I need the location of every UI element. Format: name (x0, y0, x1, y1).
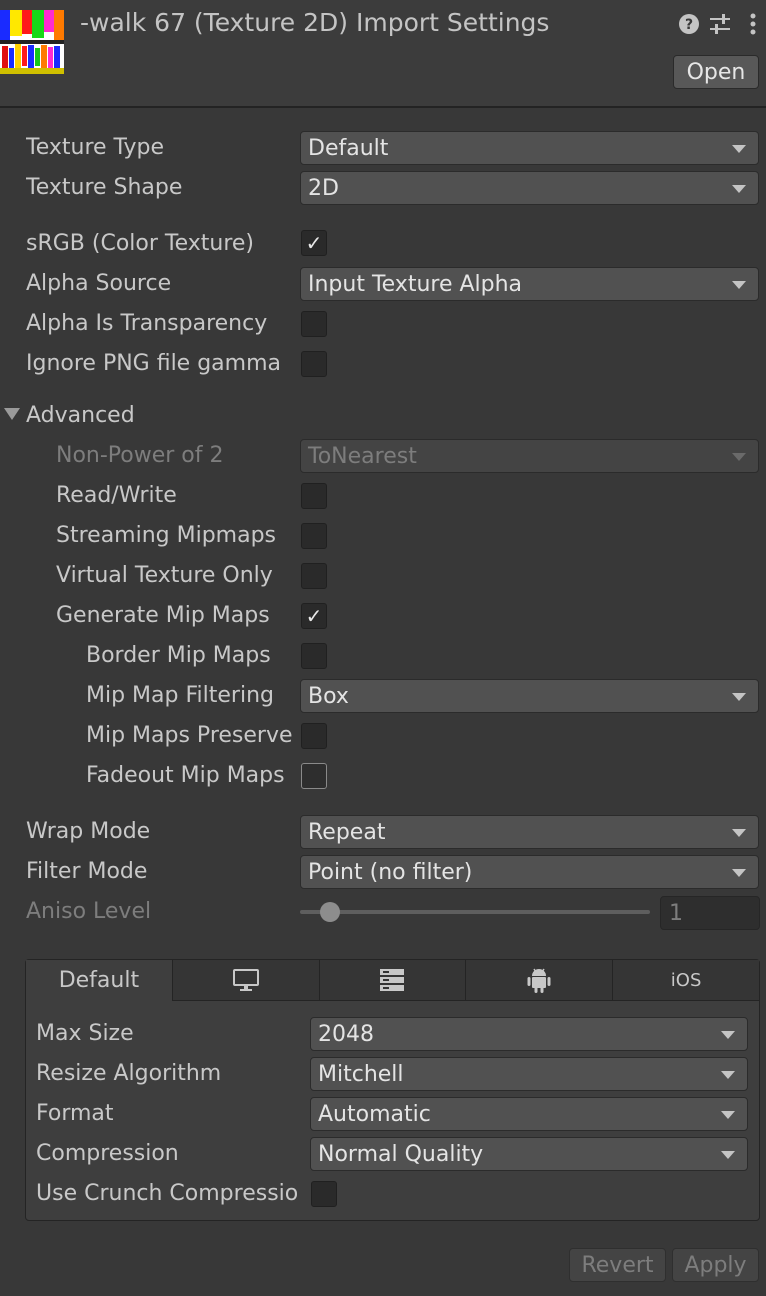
tab-android[interactable] (466, 960, 614, 1001)
platform-tabs: Default iOS (26, 960, 759, 1001)
resize-algorithm-dropdown[interactable]: Mitchell (310, 1057, 748, 1091)
ignore-png-gamma-checkbox[interactable] (301, 351, 327, 377)
fadeout-mip-maps-label: Fadeout Mip Maps (86, 763, 285, 788)
ignore-png-gamma-label: Ignore PNG file gamma (26, 351, 281, 376)
filter-mode-label: Filter Mode (26, 859, 148, 884)
tab-standalone[interactable] (172, 960, 320, 1001)
border-mip-maps-checkbox[interactable] (301, 643, 327, 669)
wrap-mode-dropdown[interactable]: Repeat (300, 815, 759, 849)
mip-maps-preserve-label: Mip Maps Preserve (86, 723, 293, 748)
non-power-of-2-value: ToNearest (308, 443, 417, 469)
texture-shape-value: 2D (308, 175, 339, 201)
chevron-down-icon (732, 185, 746, 193)
texture-type-dropdown[interactable]: Default (300, 131, 759, 165)
inspector-header: -walk 67 (Texture 2D) Import Settings ? … (0, 0, 766, 108)
non-power-of-2-dropdown: ToNearest (300, 439, 759, 473)
read-write-label: Read/Write (56, 483, 177, 508)
chevron-down-icon (732, 693, 746, 701)
srgb-checkbox[interactable]: ✓ (301, 230, 327, 256)
texture-shape-label: Texture Shape (26, 175, 183, 200)
open-button[interactable]: Open (673, 55, 759, 89)
virtual-texture-only-checkbox[interactable] (301, 563, 327, 589)
chevron-down-icon (732, 145, 746, 153)
resize-algorithm-value: Mitchell (318, 1061, 404, 1087)
aniso-level-field[interactable]: 1 (660, 896, 760, 930)
texture-type-label: Texture Type (26, 135, 165, 160)
fadeout-mip-maps-checkbox[interactable] (301, 763, 327, 789)
compression-value: Normal Quality (318, 1141, 484, 1167)
checkmark-icon: ✓ (305, 604, 323, 628)
advanced-foldout[interactable]: Advanced (26, 403, 135, 428)
tab-default[interactable]: Default (26, 960, 173, 1001)
alpha-is-transparency-label: Alpha Is Transparency (26, 311, 268, 336)
read-write-checkbox[interactable] (301, 483, 327, 509)
format-label: Format (36, 1101, 114, 1126)
monitor-icon (232, 969, 259, 991)
checkmark-icon: ✓ (305, 231, 323, 255)
texture-shape-dropdown[interactable]: 2D (300, 171, 759, 205)
filter-mode-value: Point (no filter) (308, 859, 473, 885)
streaming-mipmaps-label: Streaming Mipmaps (56, 523, 277, 548)
chevron-down-icon (732, 829, 746, 837)
compression-label: Compression (36, 1141, 179, 1166)
use-crunch-checkbox[interactable] (311, 1181, 337, 1207)
texture-thumbnail (0, 10, 64, 74)
tab-server[interactable] (319, 960, 467, 1001)
window-title: -walk 67 (Texture 2D) Import Settings (80, 8, 550, 37)
alpha-is-transparency-checkbox[interactable] (301, 311, 327, 337)
chevron-down-icon (721, 1151, 735, 1159)
tab-ios[interactable]: iOS (613, 960, 759, 1001)
filter-mode-dropdown[interactable]: Point (no filter) (300, 855, 759, 889)
chevron-down-icon (732, 281, 746, 289)
generate-mip-maps-label: Generate Mip Maps (56, 603, 270, 628)
non-power-of-2-label: Non-Power of 2 (56, 443, 224, 468)
mip-map-filtering-dropdown[interactable]: Box (300, 679, 759, 713)
chevron-down-icon (721, 1071, 735, 1079)
max-size-label: Max Size (36, 1021, 134, 1046)
format-dropdown[interactable]: Automatic (310, 1097, 748, 1131)
revert-button[interactable]: Revert (569, 1248, 666, 1282)
alpha-source-value: Input Texture Alpha (308, 271, 523, 297)
alpha-source-label: Alpha Source (26, 271, 172, 296)
mip-maps-preserve-checkbox[interactable] (301, 723, 327, 749)
streaming-mipmaps-checkbox[interactable] (301, 523, 327, 549)
generate-mip-maps-checkbox[interactable]: ✓ (301, 603, 327, 629)
alpha-source-dropdown[interactable]: Input Texture Alpha (300, 267, 759, 301)
texture-type-value: Default (308, 135, 389, 161)
resize-algorithm-label: Resize Algorithm (36, 1061, 222, 1086)
use-crunch-label: Use Crunch Compressio (36, 1181, 299, 1206)
foldout-triangle-icon[interactable] (4, 408, 20, 420)
border-mip-maps-label: Border Mip Maps (86, 643, 271, 668)
preset-sliders-icon[interactable] (707, 10, 733, 38)
mip-map-filtering-label: Mip Map Filtering (86, 683, 274, 708)
aniso-level-slider-track[interactable] (300, 910, 650, 914)
aniso-level-label: Aniso Level (26, 899, 152, 924)
wrap-mode-label: Wrap Mode (26, 819, 151, 844)
kebab-menu-icon[interactable] (740, 10, 766, 38)
server-icon (380, 969, 405, 991)
chevron-down-icon (732, 869, 746, 877)
chevron-down-icon (721, 1031, 735, 1039)
svg-text:?: ? (685, 17, 693, 33)
chevron-down-icon (732, 453, 746, 461)
help-icon[interactable]: ? (676, 10, 702, 38)
format-value: Automatic (318, 1101, 431, 1127)
android-icon (527, 968, 551, 993)
compression-dropdown[interactable]: Normal Quality (310, 1137, 748, 1171)
max-size-dropdown[interactable]: 2048 (310, 1017, 748, 1051)
mip-map-filtering-value: Box (308, 683, 349, 709)
aniso-level-slider-handle[interactable] (319, 902, 340, 922)
wrap-mode-value: Repeat (308, 819, 386, 845)
apply-button[interactable]: Apply (672, 1248, 759, 1282)
chevron-down-icon (721, 1111, 735, 1119)
srgb-label: sRGB (Color Texture) (26, 231, 255, 256)
max-size-value: 2048 (318, 1021, 374, 1047)
virtual-texture-only-label: Virtual Texture Only (56, 563, 273, 588)
